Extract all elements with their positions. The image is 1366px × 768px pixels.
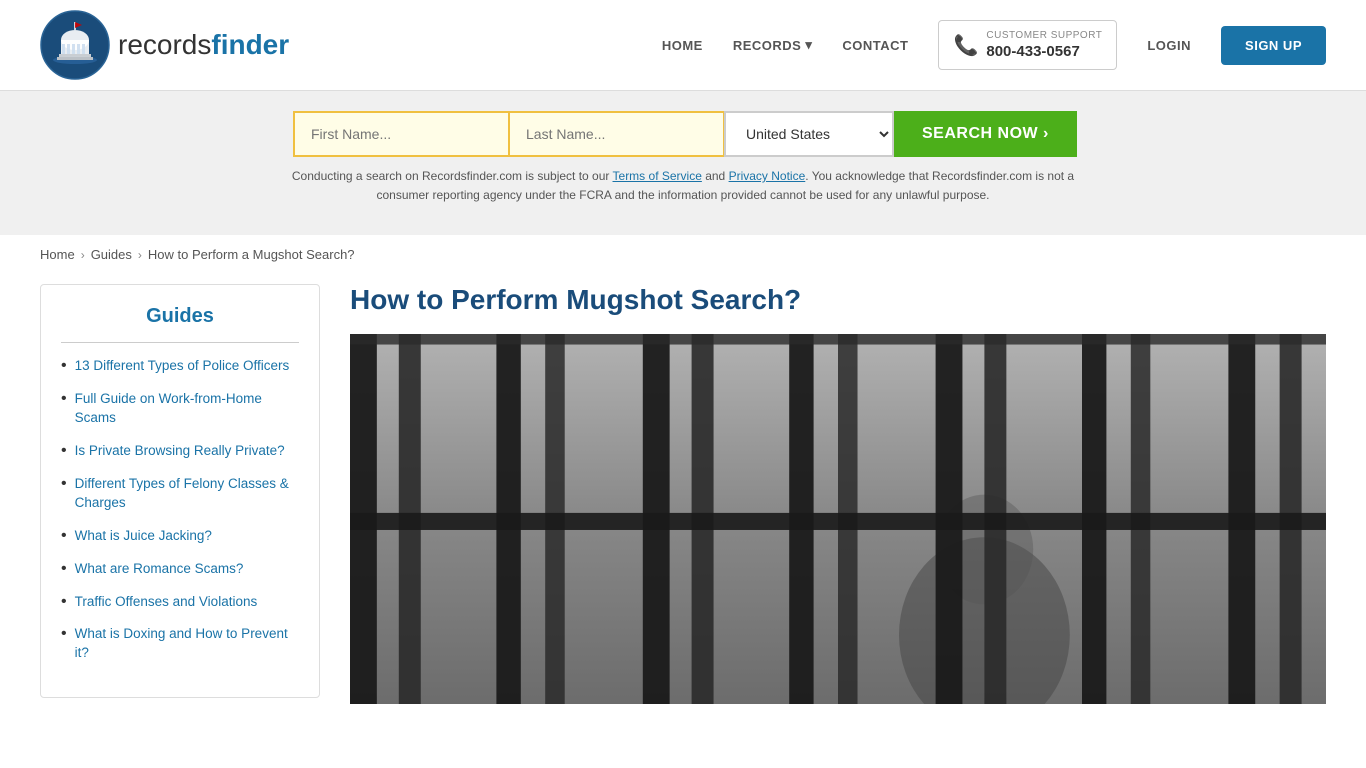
list-bullet: • [61, 594, 67, 610]
first-name-input[interactable] [293, 111, 509, 157]
support-button[interactable]: 📞 CUSTOMER SUPPORT 800-433-0567 [938, 20, 1117, 71]
login-button[interactable]: LOGIN [1147, 38, 1191, 53]
country-select[interactable]: United States Canada United Kingdom [724, 111, 894, 157]
breadcrumb-sep-1: › [81, 248, 85, 262]
list-bullet: • [61, 561, 67, 577]
nav-contact[interactable]: CONTACT [842, 38, 908, 53]
nav-home[interactable]: HOME [662, 38, 703, 53]
sidebar-list-item: • Different Types of Felony Classes & Ch… [61, 475, 299, 513]
sidebar: Guides • 13 Different Types of Police Of… [40, 284, 320, 698]
logo-text: recordsfinder [118, 29, 289, 61]
sidebar-link[interactable]: Is Private Browsing Really Private? [75, 442, 285, 461]
list-bullet: • [61, 626, 67, 642]
main-content: Guides • 13 Different Types of Police Of… [0, 274, 1366, 714]
terms-link[interactable]: Terms of Service [613, 169, 702, 183]
article: How to Perform Mugshot Search? [350, 284, 1326, 704]
list-bullet: • [61, 476, 67, 492]
sidebar-link[interactable]: Different Types of Felony Classes & Char… [75, 475, 299, 513]
list-bullet: • [61, 528, 67, 544]
sidebar-link[interactable]: Traffic Offenses and Violations [75, 593, 258, 612]
sidebar-list-item: • Full Guide on Work-from-Home Scams [61, 390, 299, 428]
support-label: CUSTOMER SUPPORT [986, 29, 1102, 42]
sidebar-list-item: • Traffic Offenses and Violations [61, 593, 299, 612]
sidebar-list-item: • What is Juice Jacking? [61, 527, 299, 546]
sidebar-list-item: • What is Doxing and How to Prevent it? [61, 625, 299, 663]
support-number: 800-433-0567 [986, 42, 1102, 62]
search-button[interactable]: SEARCH NOW › [894, 111, 1077, 157]
records-dropdown-icon: ▾ [805, 37, 812, 53]
phone-icon: 📞 [953, 33, 978, 58]
sidebar-list-item: • 13 Different Types of Police Officers [61, 357, 299, 376]
breadcrumb-current: How to Perform a Mugshot Search? [148, 247, 355, 262]
breadcrumb-guides[interactable]: Guides [91, 247, 132, 262]
list-bullet: • [61, 358, 67, 374]
nav-records[interactable]: RECORDS ▾ [733, 37, 813, 53]
site-header: recordsfinder HOME RECORDS ▾ CONTACT 📞 C… [0, 0, 1366, 91]
article-image [350, 334, 1326, 704]
search-row: United States Canada United Kingdom SEAR… [293, 111, 1073, 157]
search-section: United States Canada United Kingdom SEAR… [0, 91, 1366, 235]
breadcrumb-sep-2: › [138, 248, 142, 262]
breadcrumb: Home › Guides › How to Perform a Mugshot… [0, 235, 1366, 274]
main-nav: HOME RECORDS ▾ CONTACT 📞 CUSTOMER SUPPOR… [662, 20, 1326, 71]
disclaimer-text: Conducting a search on Recordsfinder.com… [273, 167, 1093, 205]
sidebar-list: • 13 Different Types of Police Officers … [61, 357, 299, 663]
signup-button[interactable]: SIGN UP [1221, 26, 1326, 65]
logo-area[interactable]: recordsfinder [40, 10, 289, 80]
sidebar-link[interactable]: What are Romance Scams? [75, 560, 244, 579]
sidebar-list-item: • Is Private Browsing Really Private? [61, 442, 299, 461]
sidebar-link[interactable]: 13 Different Types of Police Officers [75, 357, 290, 376]
logo-icon [40, 10, 110, 80]
list-bullet: • [61, 443, 67, 459]
sidebar-link[interactable]: What is Juice Jacking? [75, 527, 212, 546]
last-name-input[interactable] [509, 111, 724, 157]
sidebar-title: Guides [61, 305, 299, 343]
sidebar-link[interactable]: Full Guide on Work-from-Home Scams [75, 390, 299, 428]
article-title: How to Perform Mugshot Search? [350, 284, 1326, 316]
sidebar-list-item: • What are Romance Scams? [61, 560, 299, 579]
support-text: CUSTOMER SUPPORT 800-433-0567 [986, 29, 1102, 62]
privacy-link[interactable]: Privacy Notice [729, 169, 806, 183]
list-bullet: • [61, 391, 67, 407]
breadcrumb-home[interactable]: Home [40, 247, 75, 262]
sidebar-link[interactable]: What is Doxing and How to Prevent it? [75, 625, 299, 663]
